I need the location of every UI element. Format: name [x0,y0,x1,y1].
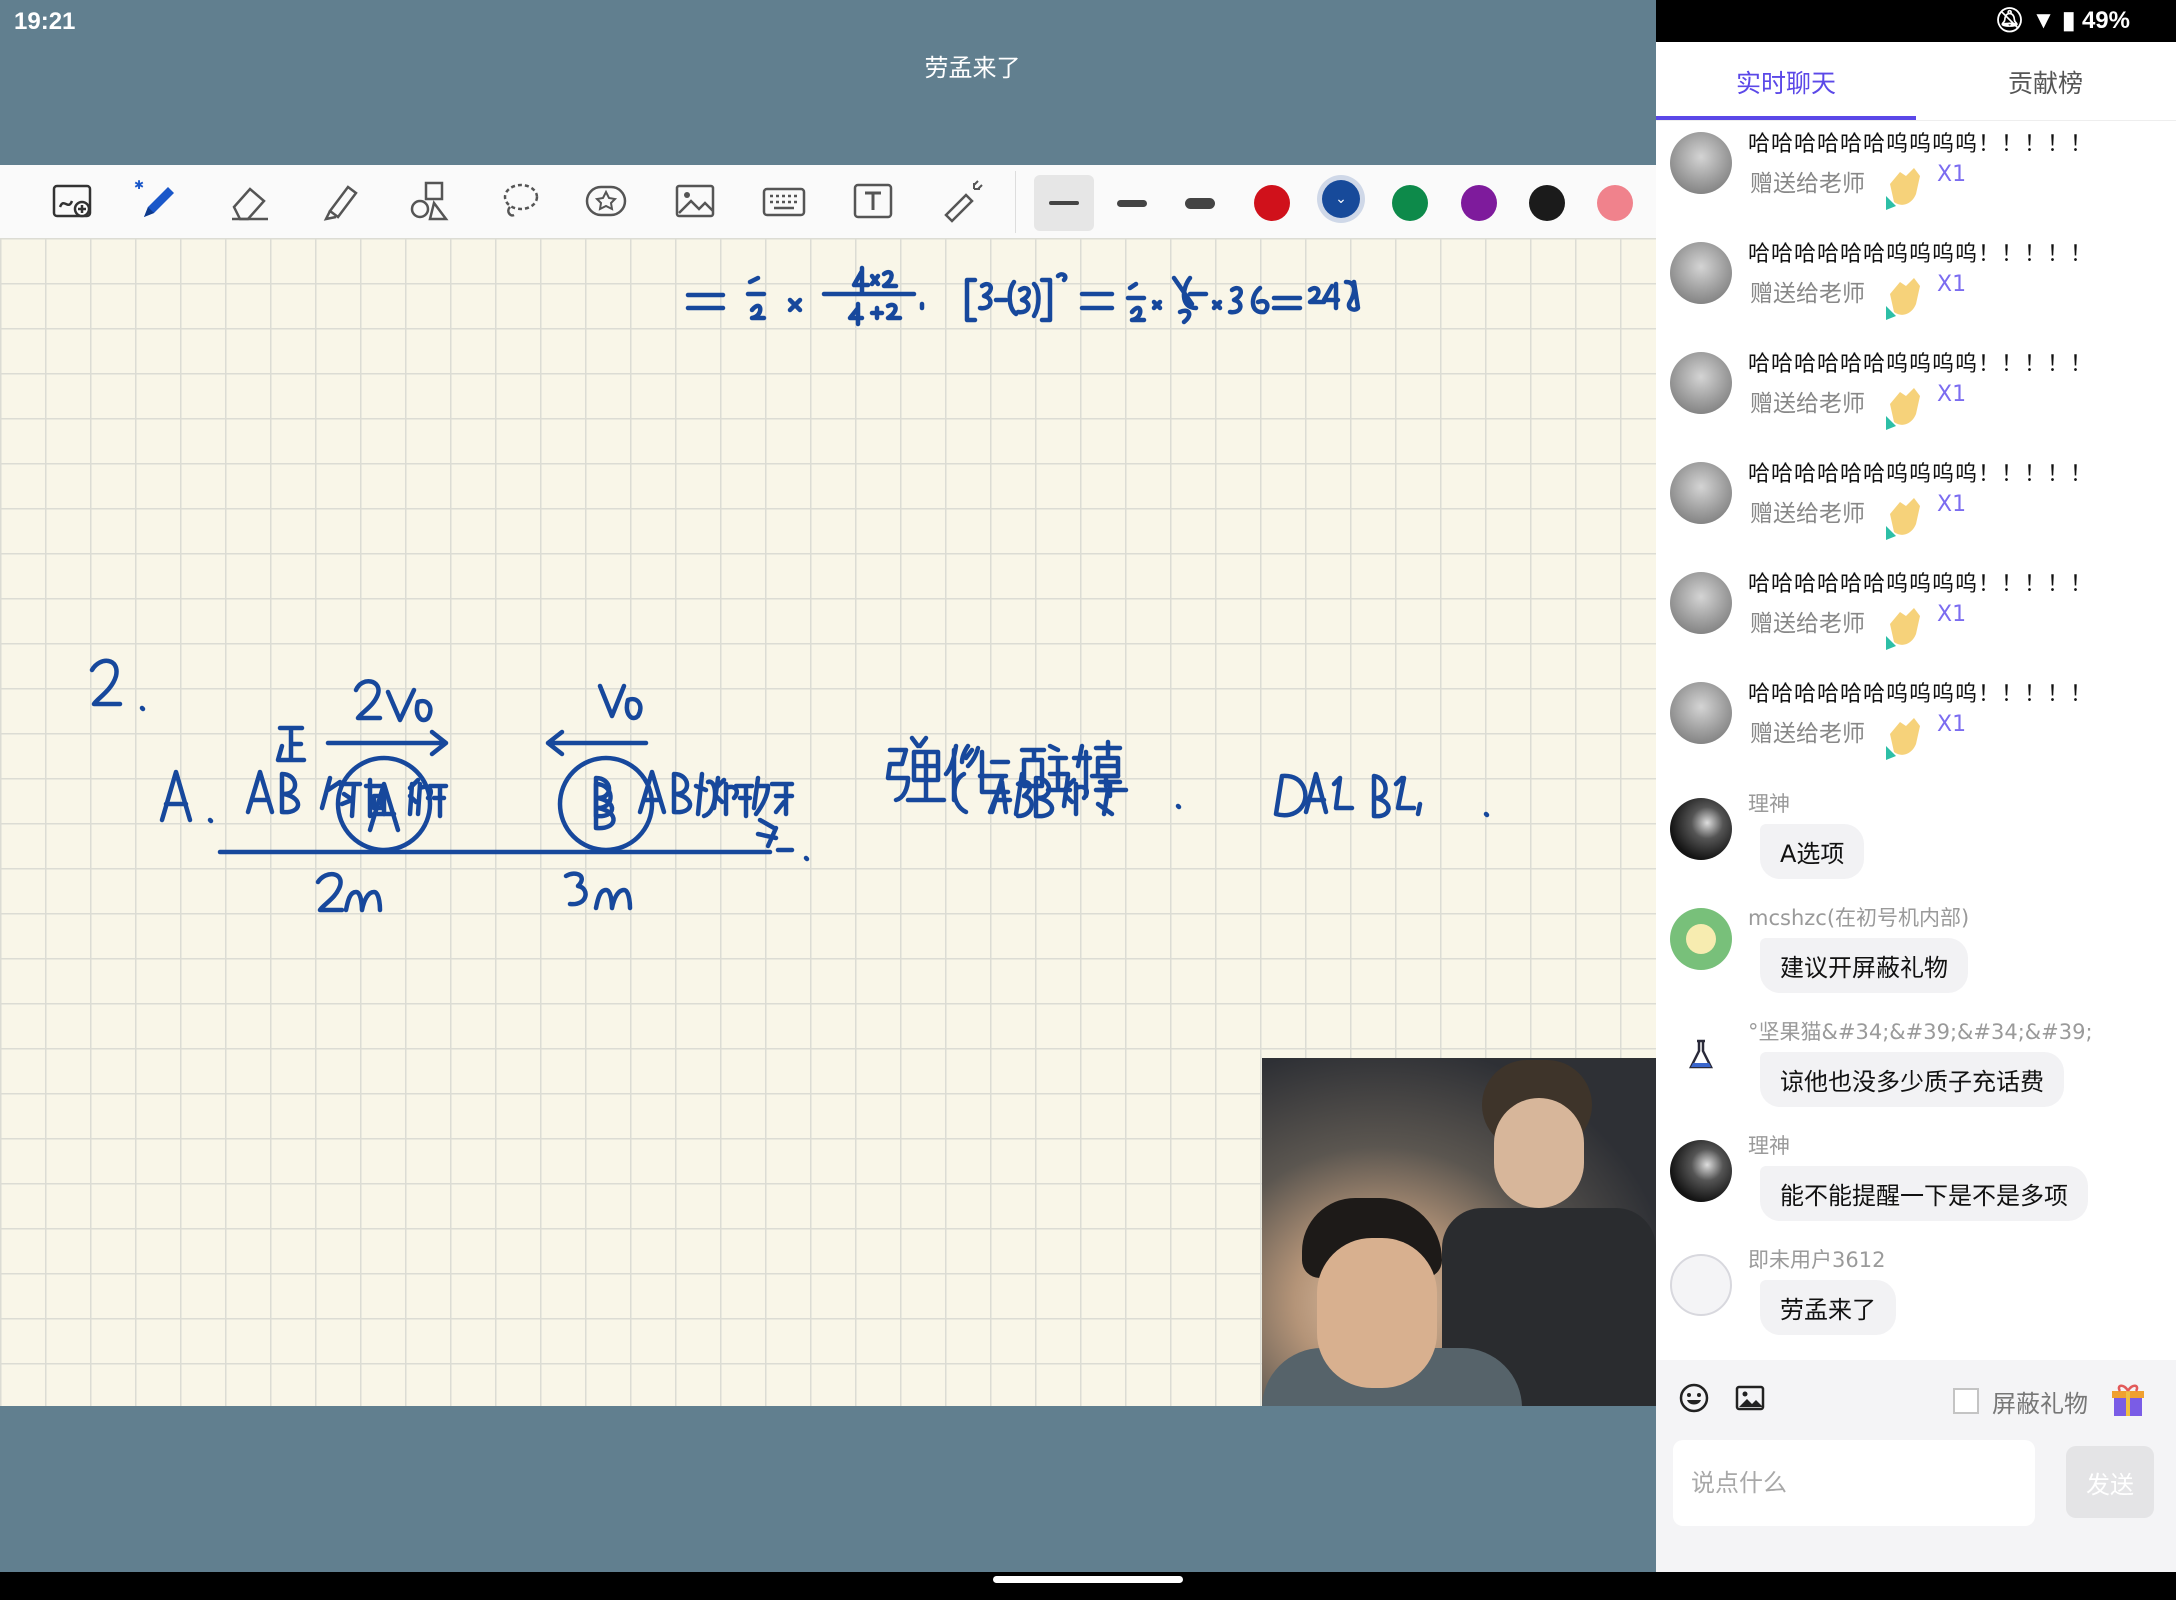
image-icon[interactable] [667,175,723,227]
gift-message-text: 哈哈哈哈哈哈呜呜呜呜！！！！！ [1748,352,2094,377]
whiteboard-add-icon[interactable] [44,175,100,227]
user-avatar[interactable] [1670,1140,1732,1202]
toolbar-divider [1015,171,1016,233]
svg-text:✱: ✱ [134,178,144,192]
clapping-hands-icon [1886,498,1920,540]
color-blue-swatch[interactable]: ⌄ [1322,180,1360,218]
pen-icon[interactable]: ✱ [130,175,186,227]
status-time: 19:21 [14,8,76,35]
mute-icon: 🔕︎ [1994,7,2025,34]
keyboard-icon[interactable] [756,175,812,227]
emoji-icon[interactable] [1678,1382,1710,1414]
chat-bubble: A选项 [1760,824,1865,879]
send-button[interactable]: 发送 [2066,1446,2154,1518]
user-avatar[interactable] [1670,132,1732,194]
gift-count: X1 [1937,602,1967,627]
user-avatar[interactable] [1670,908,1732,970]
gift-count: X1 [1937,272,1967,297]
battery-icon: ▮ [2062,7,2076,34]
teacher-webcam-video[interactable] [1262,1058,1656,1406]
gift-count: X1 [1937,712,1967,737]
color-red-swatch[interactable] [1254,185,1290,221]
smiley-avatar-icon [1686,924,1716,954]
gift-recipient-label: 赠送给老师 [1750,501,1865,527]
stroke-thick-option[interactable] [1170,175,1230,231]
chat-username: 即未用户3612 [1748,1248,1886,1272]
color-purple-swatch[interactable] [1461,185,1497,221]
clapping-hands-icon [1886,388,1920,430]
gift-count: X1 [1937,492,1967,517]
gift-recipient-label: 赠送给老师 [1750,171,1865,197]
bottom-bar [0,1406,1656,1572]
gift-message-text: 哈哈哈哈哈哈呜呜呜呜！！！！！ [1748,682,2094,707]
gift-message-text: 哈哈哈哈哈哈呜呜呜呜！！！！！ [1748,462,2094,487]
chat-input-area: 屏蔽礼物 发送 [1656,1360,2176,1572]
chat-bubble: 劳孟来了 [1760,1280,1896,1335]
tab-contribution-rank[interactable]: 贡献榜 [2008,64,2083,100]
chat-bubble: 能不能提醒一下是不是多项 [1760,1166,2088,1221]
tab-live-chat[interactable]: 实时聊天 [1736,64,1836,100]
laser-pointer-icon[interactable] [934,175,990,227]
status-bar-right: 🔕︎ ▼ ▮ 49% [1656,0,2176,42]
user-avatar[interactable] [1670,572,1732,634]
gift-recipient-label: 赠送给老师 [1750,611,1865,637]
lasso-icon[interactable] [492,175,548,227]
gift-recipient-label: 赠送给老师 [1750,391,1865,417]
shapes-icon[interactable] [402,175,458,227]
stroke-thin-option[interactable] [1034,175,1094,231]
clapping-hands-icon [1886,168,1920,210]
chat-bubble: 谅他也没多少质子充话费 [1760,1052,2064,1107]
gift-message-text: 哈哈哈哈哈哈呜呜呜呜！！！！！ [1748,132,2094,157]
battery-level: 49% [2081,7,2130,34]
clapping-hands-icon [1886,718,1920,760]
sticker-icon[interactable] [578,175,634,227]
user-avatar[interactable] [1670,1024,1732,1086]
gift-box-icon[interactable] [2108,1380,2148,1420]
color-pink-swatch[interactable] [1597,185,1633,221]
home-gesture-handle[interactable] [993,1576,1183,1583]
gift-count: X1 [1937,382,1967,407]
user-avatar[interactable] [1670,798,1732,860]
stroke-medium-option[interactable] [1102,175,1162,231]
color-green-swatch[interactable] [1392,185,1428,221]
user-avatar[interactable] [1670,462,1732,524]
wifi-icon: ▼ [2031,7,2056,34]
gift-count: X1 [1937,162,1967,187]
flask-avatar-icon [1688,1039,1714,1069]
chat-tabs: 实时聊天 贡献榜 [1656,42,2176,121]
selected-check-icon: ⌄ [1335,191,1347,207]
user-avatar[interactable] [1670,242,1732,304]
image-upload-icon[interactable] [1734,1382,1766,1414]
clapping-hands-icon [1886,278,1920,320]
user-avatar[interactable] [1670,682,1732,744]
whiteboard-toolbar: ✱ ⌄ [0,165,1656,239]
chat-username: 理神 [1748,1134,1790,1158]
block-gifts-label[interactable]: 屏蔽礼物 [1992,1384,2088,1419]
eraser-icon[interactable] [222,175,278,227]
chat-text-input[interactable] [1673,1440,2035,1526]
chat-username: 理神 [1748,792,1790,816]
chat-panel: 🔕︎ ▼ ▮ 49% 实时聊天 贡献榜 哈哈哈哈哈哈呜呜呜呜！！！！！ 赠送给老… [1656,0,2176,1572]
chat-bubble: 建议开屏蔽礼物 [1760,938,1968,993]
whiteboard-canvas[interactable] [0,238,1656,1406]
chat-username: mcshzc(在初号机内部) [1748,906,1970,930]
block-gifts-checkbox[interactable] [1953,1388,1979,1414]
gift-recipient-label: 赠送给老师 [1750,721,1865,747]
highlighter-icon[interactable] [312,175,368,227]
window-title: 劳孟来了 [924,54,1021,82]
user-avatar[interactable] [1670,1254,1732,1316]
user-avatar[interactable] [1670,352,1732,414]
color-black-swatch[interactable] [1529,185,1565,221]
chat-message-list[interactable]: 哈哈哈哈哈哈呜呜呜呜！！！！！ 赠送给老师 X1 哈哈哈哈哈哈呜呜呜呜！！！！！… [1656,120,2176,1360]
text-icon[interactable] [845,175,901,227]
navigation-bar [0,1572,2176,1600]
clapping-hands-icon [1886,608,1920,650]
chat-username: °坚果猫&#34;&#39;&#34;&#39; [1748,1020,2093,1044]
gift-message-text: 哈哈哈哈哈哈呜呜呜呜！！！！！ [1748,242,2094,267]
gift-recipient-label: 赠送给老师 [1750,281,1865,307]
gift-message-text: 哈哈哈哈哈哈呜呜呜呜！！！！！ [1748,572,2094,597]
